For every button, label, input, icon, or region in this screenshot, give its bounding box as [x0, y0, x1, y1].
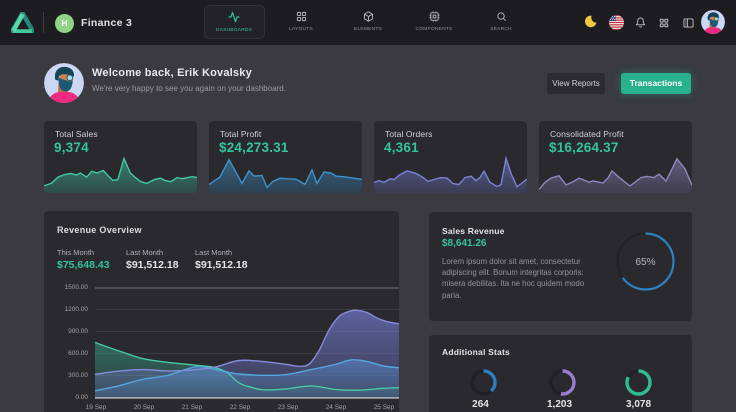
svg-text:65%: 65% [635, 257, 655, 268]
